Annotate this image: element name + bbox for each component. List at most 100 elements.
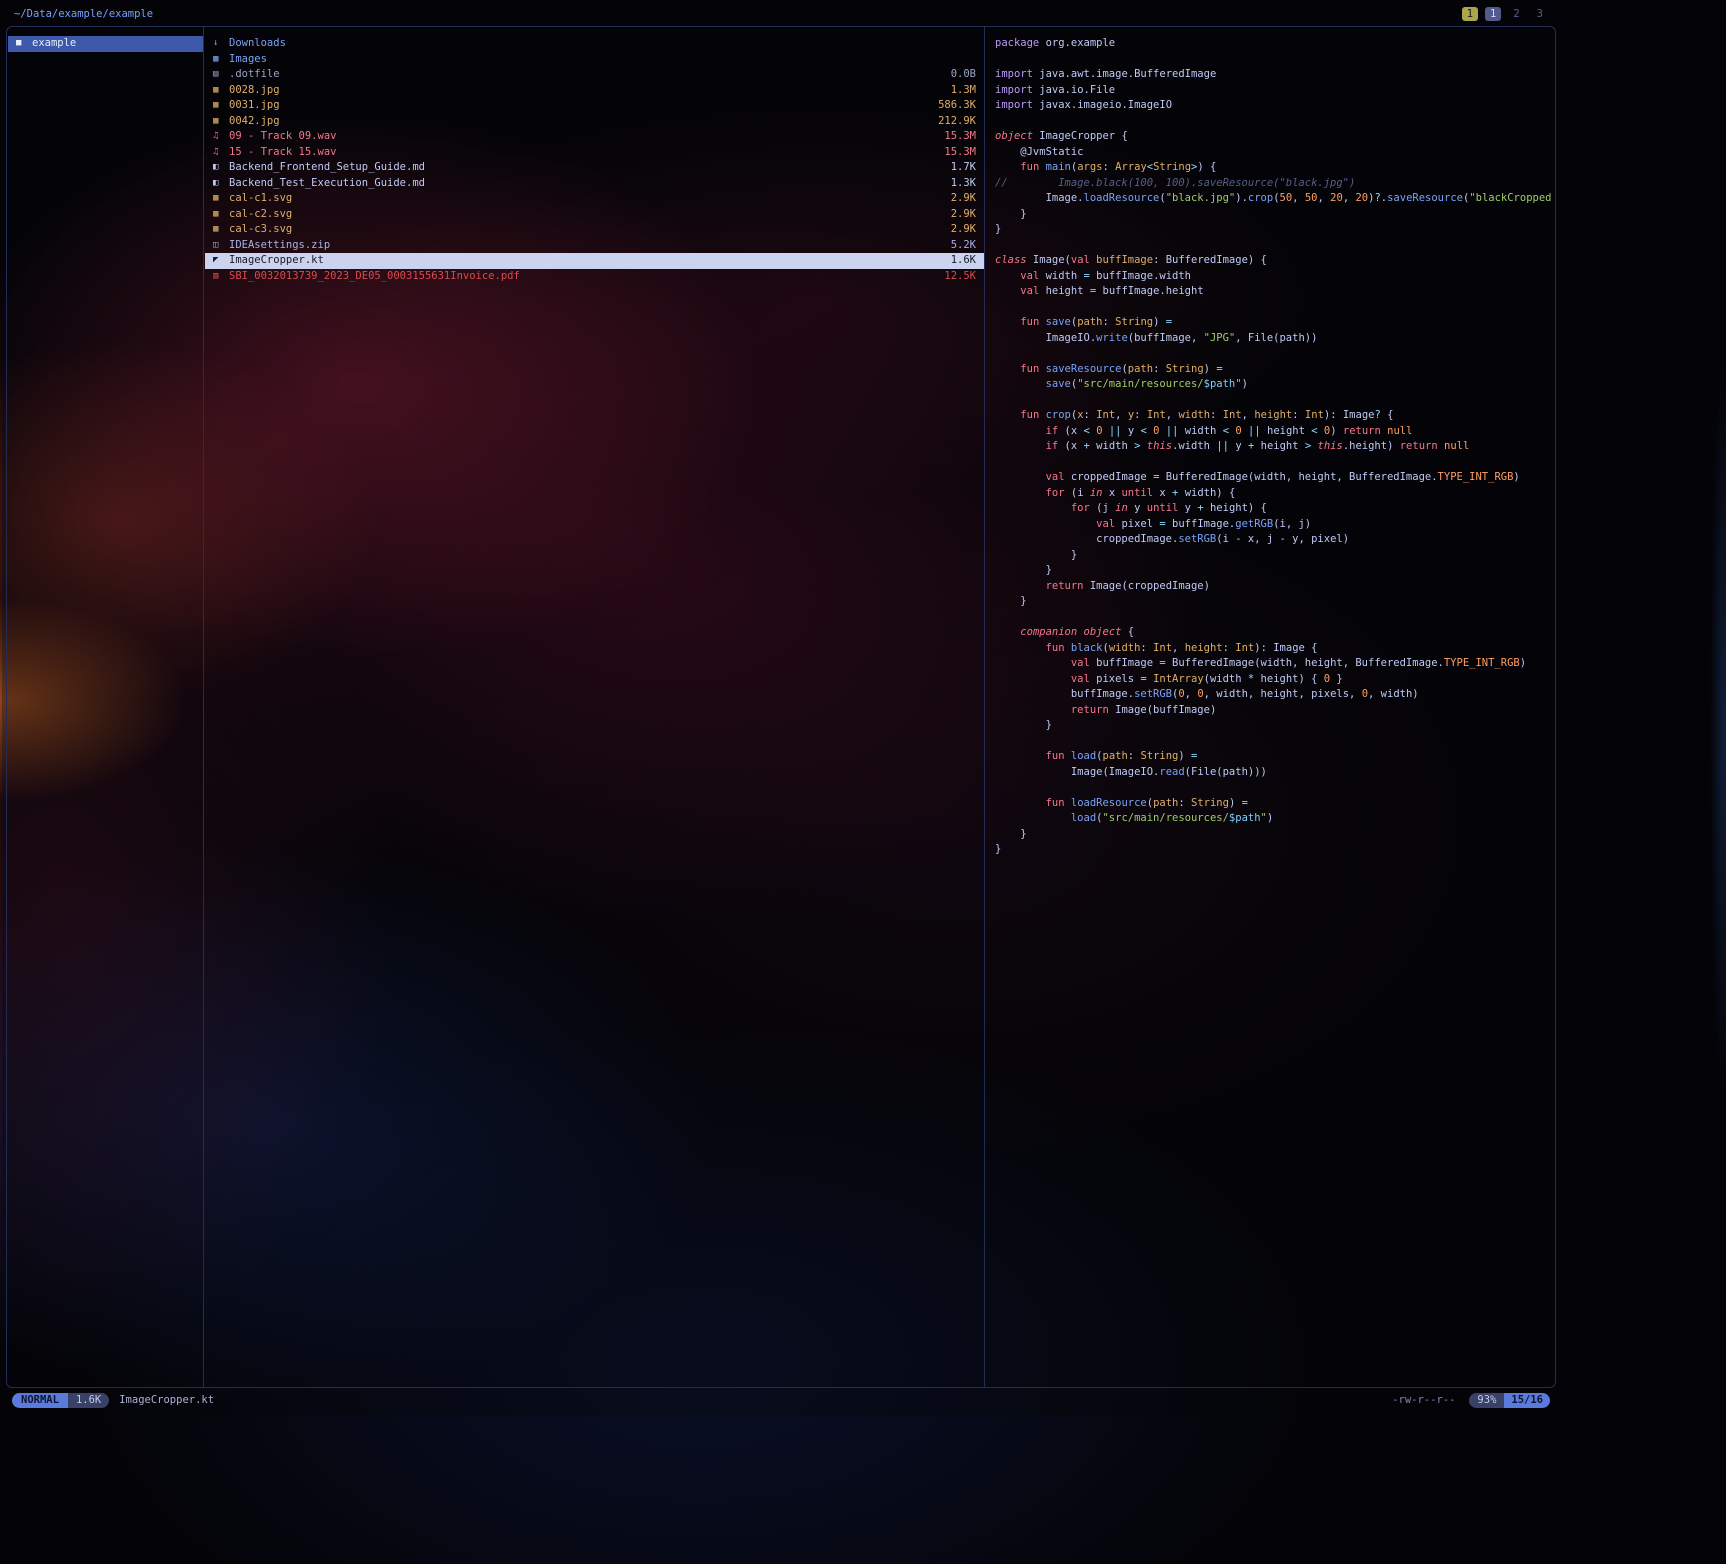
file-name: IDEAsettings.zip — [229, 238, 943, 254]
images-folder-icon: ▦ — [213, 52, 229, 68]
file-row[interactable]: ◧Backend_Test_Execution_Guide.md 1.3K — [205, 176, 984, 192]
image-icon: ▦ — [213, 222, 229, 238]
code-line: } — [986, 842, 1554, 858]
status-bar-left: NORMAL 1.6K ImageCropper.kt — [12, 1393, 214, 1408]
file-size: 0.0B — [951, 67, 976, 83]
file-size: 2.9K — [951, 222, 976, 238]
file-row[interactable]: ▦Images — [205, 52, 984, 68]
code-line: fun crop(x: Int, y: Int, width: Int, hei… — [986, 408, 1554, 424]
file-row[interactable]: ▦cal-c1.svg2.9K — [205, 191, 984, 207]
tab-1[interactable]: 1 — [1462, 7, 1478, 21]
file-row[interactable]: ↓Downloads — [205, 36, 984, 52]
code-line: import javax.imageio.ImageIO — [986, 98, 1554, 114]
file-size: 586.3K — [938, 98, 976, 114]
file-row[interactable]: ♫15 - Track 15.wav15.3M — [205, 145, 984, 161]
file-size: 212.9K — [938, 114, 976, 130]
code-line — [986, 238, 1554, 254]
code-line: save("src/main/resources/$path") — [986, 377, 1554, 393]
code-line: croppedImage.setRGB(i - x, j - y, pixel) — [986, 532, 1554, 548]
file-row[interactable]: ▦0028.jpg1.3M — [205, 83, 984, 99]
pdf-icon: ▥ — [213, 269, 229, 285]
preview-pane: package org.example import java.awt.imag… — [986, 27, 1554, 1387]
file-name: 09 - Track 09.wav — [229, 129, 936, 145]
file-row[interactable]: ▦cal-c2.svg2.9K — [205, 207, 984, 223]
code-line: if (x + width > this.width || y + height… — [986, 439, 1554, 455]
file-name: 0028.jpg — [229, 83, 943, 99]
code-line: val pixel = buffImage.getRGB(i, j) — [986, 517, 1554, 533]
code-line: // Image.black(100, 100).saveResource("b… — [986, 176, 1554, 192]
tab-2[interactable]: 1 — [1485, 7, 1501, 21]
file-name: Backend_Test_Execution_Guide.md — [229, 176, 943, 192]
file-name: cal-c1.svg — [229, 191, 943, 207]
code-line: } — [986, 207, 1554, 223]
file-size: 5.2K — [951, 238, 976, 254]
code-line: fun save(path: String) = — [986, 315, 1554, 331]
file-row[interactable]: ♫09 - Track 09.wav15.3M — [205, 129, 984, 145]
code-line: } — [986, 594, 1554, 610]
code-line: } — [986, 827, 1554, 843]
pane-divider-right — [984, 27, 985, 1387]
code-line: val width = buffImage.width — [986, 269, 1554, 285]
code-line: package org.example — [986, 36, 1554, 52]
file-permissions: -rw-r--r-- — [1392, 1394, 1455, 1406]
file-row[interactable]: ▦0031.jpg 586.3K — [205, 98, 984, 114]
code-line: val buffImage = BufferedImage(width, hei… — [986, 656, 1554, 672]
image-icon: ▦ — [213, 207, 229, 223]
file-row[interactable]: ▦cal-c3.svg2.9K — [205, 222, 984, 238]
code-line: for (j in y until y + height) { — [986, 501, 1554, 517]
code-line: fun loadResource(path: String) = — [986, 796, 1554, 812]
code-line: } — [986, 222, 1554, 238]
code-line: val height = buffImage.height — [986, 284, 1554, 300]
archive-icon: ◫ — [213, 238, 229, 254]
file-name: 15 - Track 15.wav — [229, 145, 936, 161]
scroll-percent-badge: 93% — [1469, 1393, 1504, 1408]
status-bar-right: -rw-r--r-- 93% 15/16 — [1392, 1393, 1550, 1408]
code-line — [986, 114, 1554, 130]
file-name: 0042.jpg — [229, 114, 930, 130]
code-line: fun main(args: Array<String>) { — [986, 160, 1554, 176]
code-line — [986, 780, 1554, 796]
tab-3[interactable]: 2 — [1508, 7, 1524, 21]
file-row[interactable]: ◤ImageCropper.kt1.6K — [205, 253, 984, 269]
file-row[interactable]: ▤.dotfile0.0B — [205, 67, 984, 83]
file-row[interactable]: ▦0042.jpg212.9K — [205, 114, 984, 130]
code-line: } — [986, 563, 1554, 579]
code-line — [986, 346, 1554, 362]
code-line — [986, 734, 1554, 750]
terminal-window: ~/Data/example/example 1123 ■example ↓Do… — [2, 2, 1560, 1416]
code-line: import java.awt.image.BufferedImage — [986, 67, 1554, 83]
code-line — [986, 393, 1554, 409]
file-size: 12.5K — [944, 269, 976, 285]
desktop-wallpaper: ~/Data/example/example 1123 ■example ↓Do… — [0, 0, 1726, 1564]
code-line: return Image(buffImage) — [986, 703, 1554, 719]
tab-4[interactable]: 3 — [1532, 7, 1548, 21]
code-line: Image(ImageIO.read(File(path))) — [986, 765, 1554, 781]
file-row[interactable]: ◧Backend_Frontend_Setup_Guide.md1.7K — [205, 160, 984, 176]
code-line: ImageIO.write(buffImage, "JPG", File(pat… — [986, 331, 1554, 347]
file-name: 0031.jpg — [229, 98, 930, 114]
header-bar: ~/Data/example/example 1123 — [6, 5, 1556, 23]
code-line — [986, 52, 1554, 68]
file-name: Images — [229, 52, 968, 68]
parent-item-example[interactable]: ■example — [8, 36, 203, 52]
code-line: val croppedImage = BufferedImage(width, … — [986, 470, 1554, 486]
code-line: return Image(croppedImage) — [986, 579, 1554, 595]
markdown-icon: ◧ — [213, 160, 229, 176]
file-size: 1.3K — [951, 176, 976, 192]
audio-icon: ♫ — [213, 145, 229, 161]
tab-bar: 1123 — [1455, 7, 1548, 21]
file-name: SBI_0032013739_2023_DE05_0003155631Invoi… — [229, 269, 936, 285]
file-size: 15.3M — [944, 129, 976, 145]
image-icon: ▦ — [213, 98, 229, 114]
file-row[interactable]: ◫IDEAsettings.zip 5.2K — [205, 238, 984, 254]
file-size: 1.7K — [951, 160, 976, 176]
markdown-icon: ◧ — [213, 176, 229, 192]
pane-divider-left — [203, 27, 204, 1387]
code-line: Image.loadResource("black.jpg").crop(50,… — [986, 191, 1554, 207]
file-name: .dotfile — [229, 67, 943, 83]
code-line — [986, 610, 1554, 626]
file-name: cal-c2.svg — [229, 207, 943, 223]
code-line: import java.io.File — [986, 83, 1554, 99]
file-row[interactable]: ▥SBI_0032013739_2023_DE05_0003155631Invo… — [205, 269, 984, 285]
code-line: load("src/main/resources/$path") — [986, 811, 1554, 827]
